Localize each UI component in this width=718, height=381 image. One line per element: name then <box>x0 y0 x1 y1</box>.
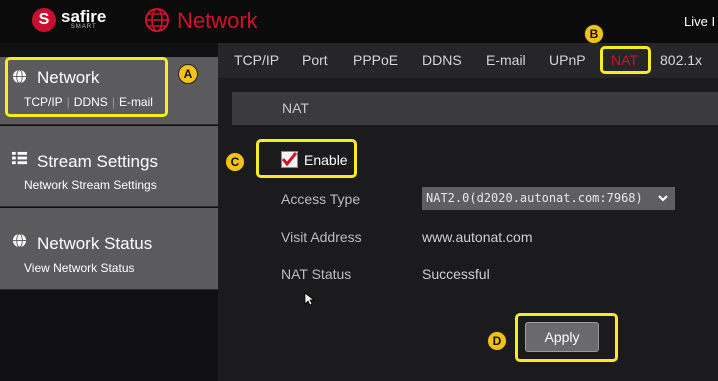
sidebar-item-network-status[interactable]: Network Status View Network Status <box>0 208 218 290</box>
sidebar-item-label: Network Status <box>37 234 153 253</box>
nat-status-value: Successful <box>422 266 490 282</box>
nat-status-label: NAT Status <box>281 266 352 282</box>
globe-icon <box>145 8 169 32</box>
globe-icon <box>12 233 27 248</box>
access-type-label: Access Type <box>281 191 361 207</box>
tab-upnp[interactable]: UPnP <box>549 52 586 68</box>
section-title: NAT <box>282 100 309 116</box>
tab-ddns[interactable]: DDNS <box>422 52 462 68</box>
highlight-box-a <box>5 57 168 117</box>
tab-8021x[interactable]: 802.1x <box>660 52 702 68</box>
page-title: Network <box>177 8 258 33</box>
brand-logo: S safire SMART <box>32 8 106 32</box>
list-icon <box>12 151 27 165</box>
logo-mark: S <box>32 8 56 32</box>
sidebar-item-stream-settings[interactable]: Stream Settings Network Stream Settings <box>0 126 218 207</box>
sidebar-item-label: Stream Settings <box>37 152 158 171</box>
access-type-value: NAT2.0(d2020.autonat.com:7968) <box>426 191 643 205</box>
chevron-down-icon <box>658 195 668 202</box>
visit-address-label: Visit Address <box>281 229 362 245</box>
top-header: S safire SMART Network Live I <box>0 0 718 43</box>
access-type-select[interactable]: NAT2.0(d2020.autonat.com:7968) <box>422 187 675 210</box>
tab-email[interactable]: E-mail <box>486 52 526 68</box>
live-view-link[interactable]: Live I <box>684 14 715 29</box>
logo-text: safire SMART <box>61 8 106 31</box>
sidebar-item-subtitle: View Network Status <box>24 261 135 275</box>
mouse-pointer-icon <box>304 292 316 306</box>
tab-tcpip[interactable]: TCP/IP <box>234 52 279 68</box>
app-window: S safire SMART Network Live I Network TC… <box>0 0 718 381</box>
highlight-box-d <box>515 313 618 362</box>
annotation-marker-a: A <box>178 64 198 84</box>
annotation-marker-d: D <box>487 331 507 351</box>
annotation-marker-b: B <box>584 24 604 44</box>
tab-pppoe[interactable]: PPPoE <box>353 52 398 68</box>
highlight-box-b <box>600 46 651 74</box>
tab-port[interactable]: Port <box>302 52 328 68</box>
annotation-marker-c: C <box>225 152 245 172</box>
section-header: NAT <box>232 92 718 125</box>
visit-address-value: www.autonat.com <box>422 229 533 245</box>
sidebar-item-subtitle: Network Stream Settings <box>24 178 157 192</box>
nat-settings-panel: NAT Enable Access Type NAT2.0(d2020.auto… <box>218 78 718 381</box>
highlight-box-c <box>256 139 357 178</box>
